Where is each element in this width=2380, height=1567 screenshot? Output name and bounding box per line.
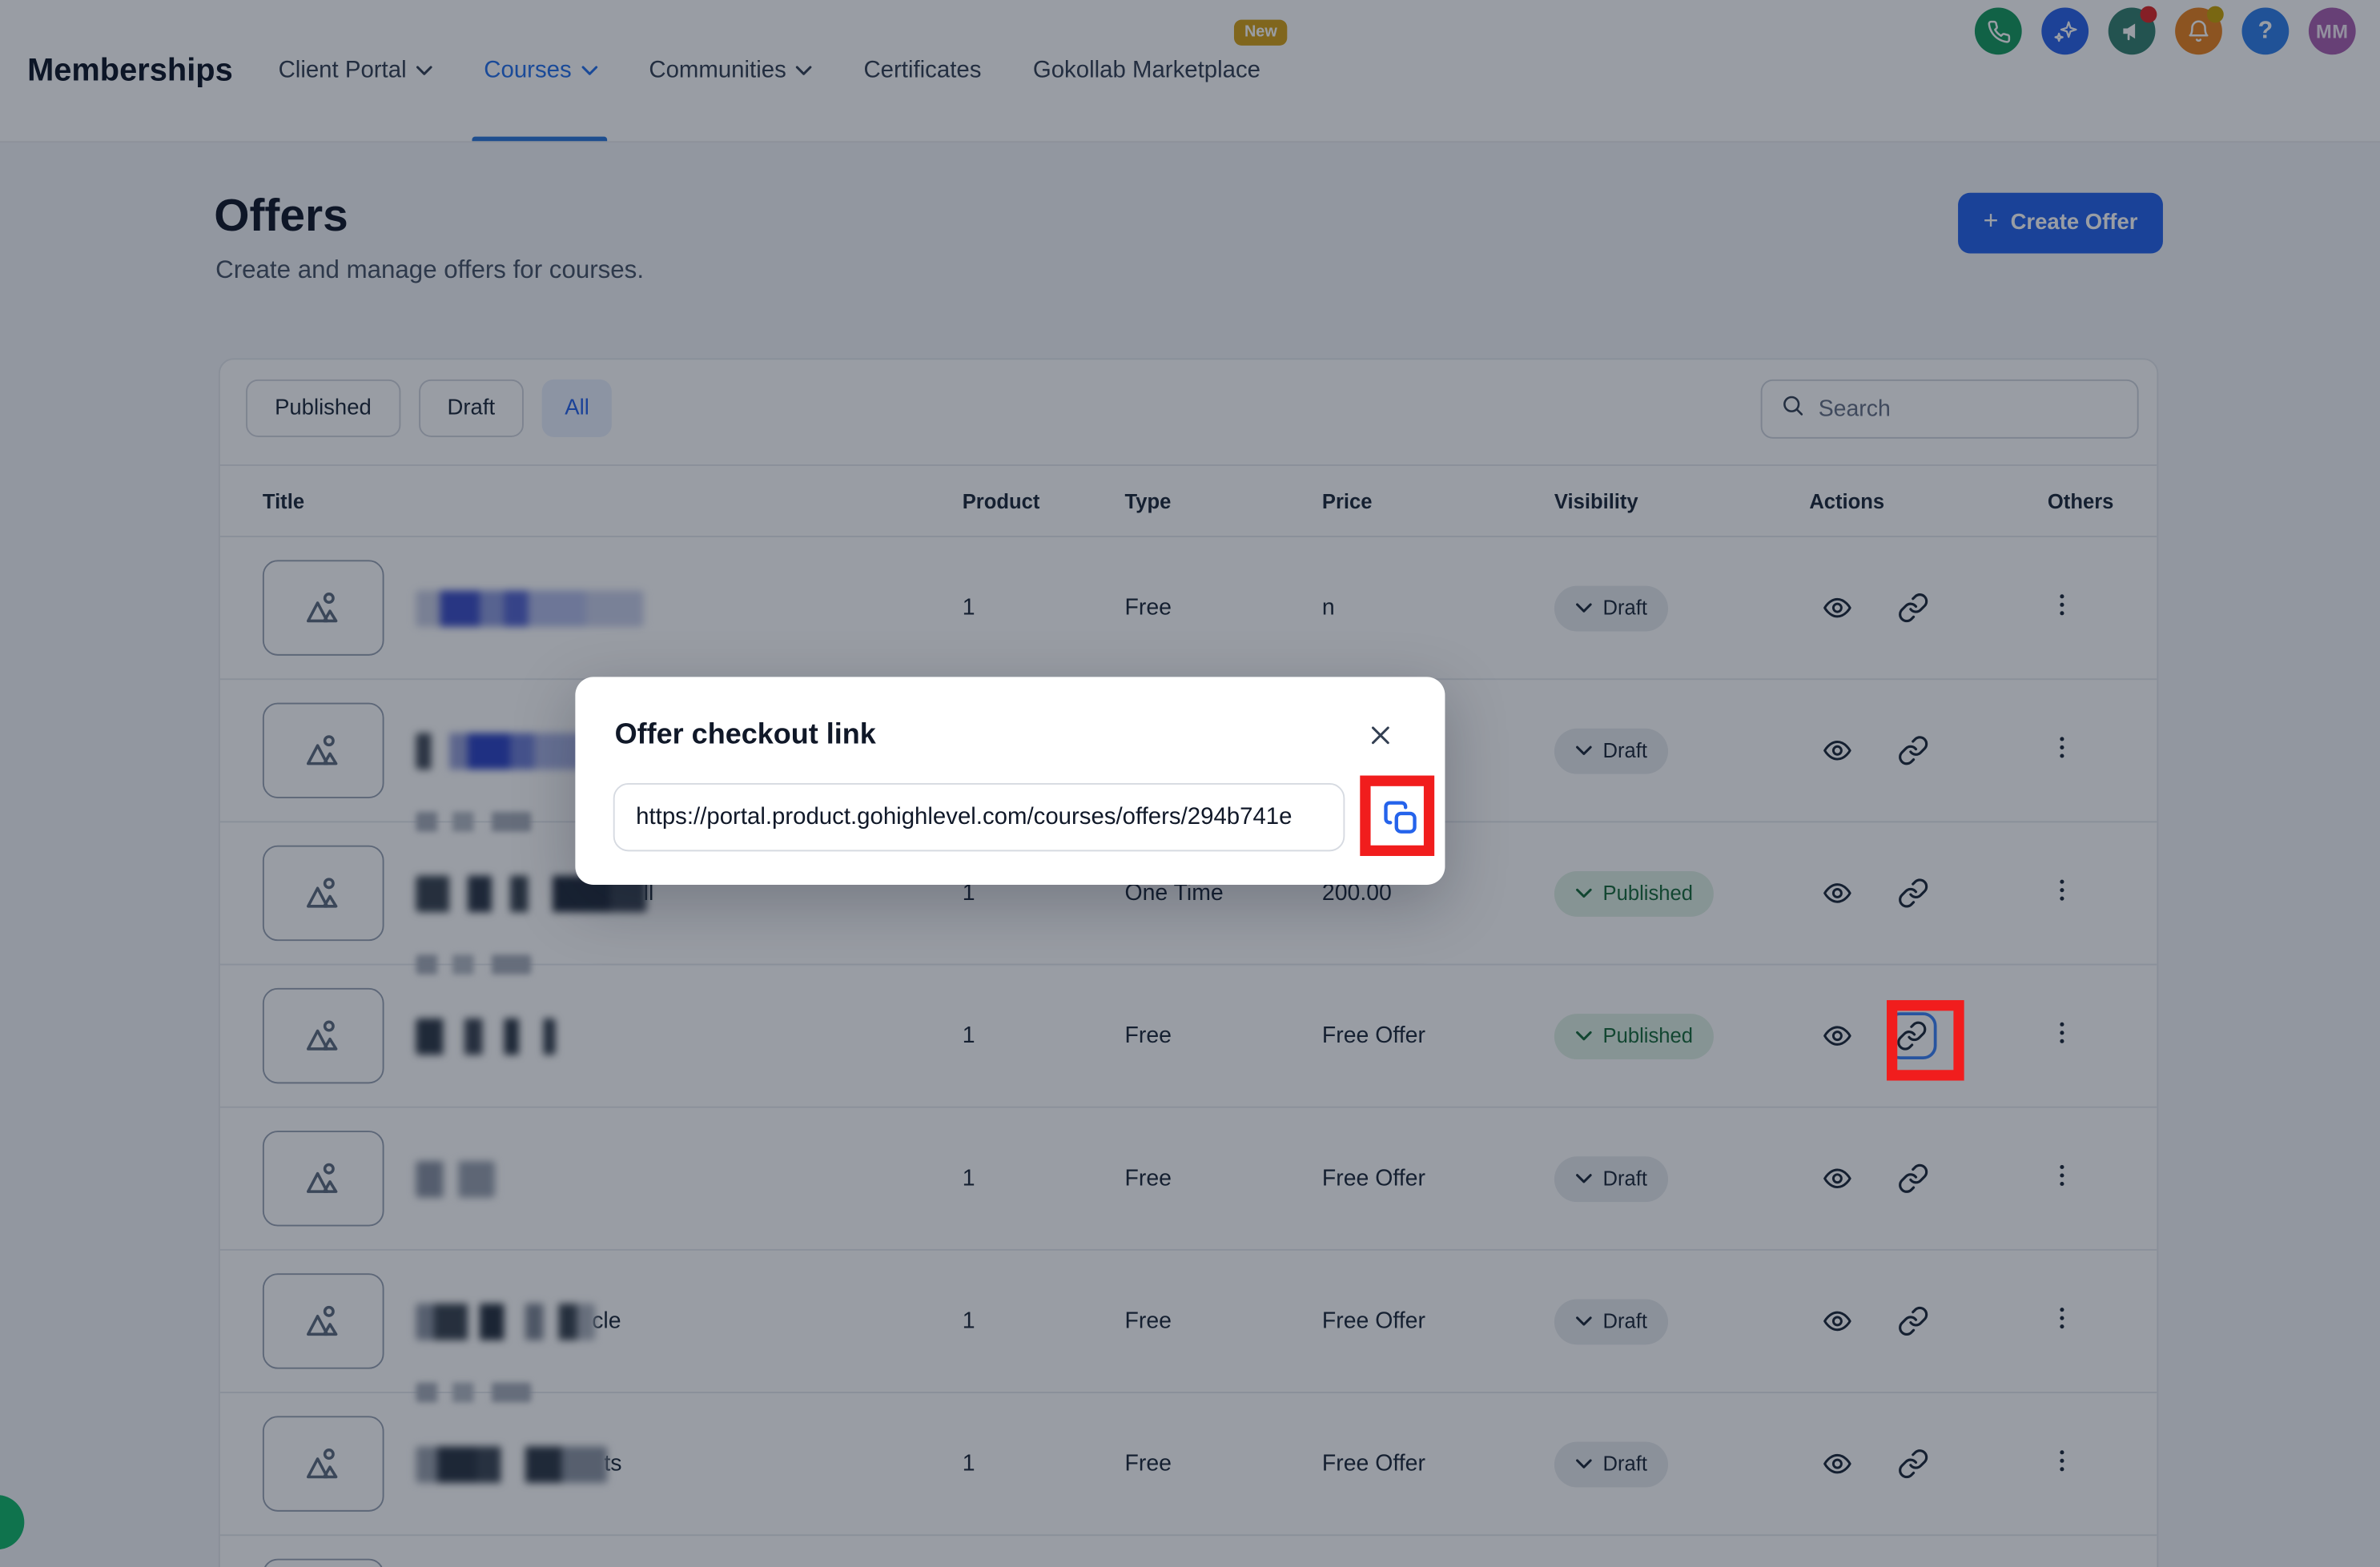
annotation-box-row-link-icon — [1887, 1000, 1964, 1080]
annotation-box-copy-button — [1360, 776, 1434, 856]
modal-title: Offer checkout link — [615, 719, 876, 753]
close-icon — [1367, 722, 1393, 753]
checkout-link-input[interactable] — [613, 783, 1345, 851]
offer-checkout-link-modal: Offer checkout link — [575, 677, 1445, 885]
close-button[interactable] — [1363, 721, 1397, 754]
app-viewport: Memberships Client Portal Courses Commun… — [0, 0, 2380, 1567]
